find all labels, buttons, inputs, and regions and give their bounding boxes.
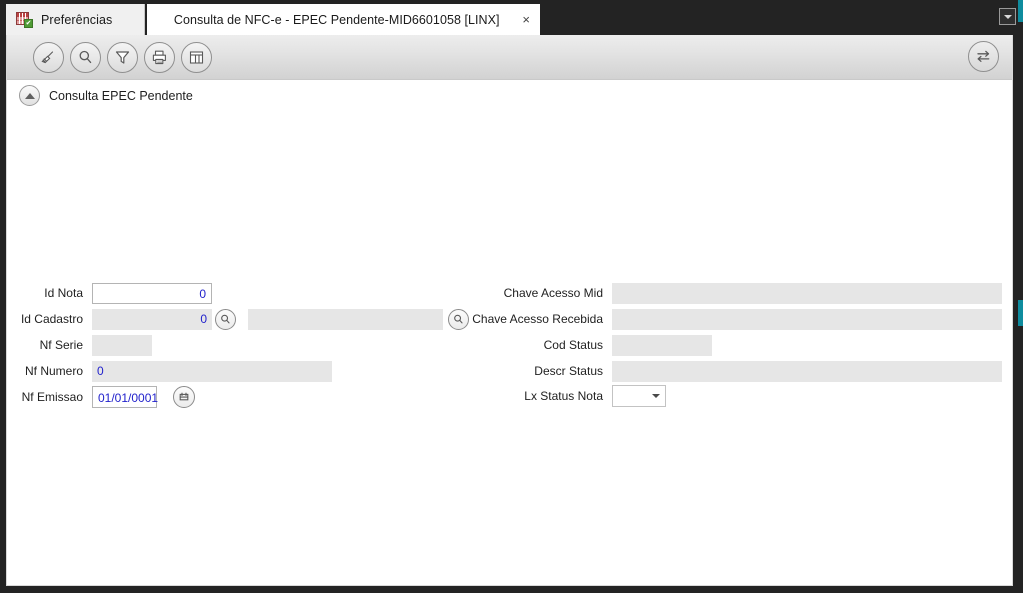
- label-lx-status-nota: Lx Status Nota: [524, 389, 603, 403]
- input-cod-status[interactable]: [612, 334, 712, 356]
- accent-stripe-top: [1018, 0, 1023, 22]
- field-row-cod-status: Cod Status: [462, 334, 712, 356]
- input-id-cadastro[interactable]: 0: [92, 308, 212, 330]
- field-row-descr-status: Descr Status: [462, 360, 1002, 382]
- nf-emissao-date-picker-button[interactable]: [173, 386, 195, 408]
- chevron-down-icon: [1003, 14, 1012, 19]
- input-nf-serie[interactable]: [92, 334, 152, 356]
- label-id-nota: Id Nota: [44, 286, 83, 300]
- tab-preferencias-label: Preferências: [41, 12, 113, 27]
- label-id-cadastro: Id Cadastro: [20, 312, 83, 326]
- label-nf-numero: Nf Numero: [24, 364, 83, 378]
- field-row-nf-emissao: Nf Emissao 01/01/0001: [7, 386, 195, 408]
- label-cod-status: Cod Status: [543, 338, 603, 352]
- magnifier-icon: [221, 314, 230, 323]
- filter-form: Id Nota 0 Id Cadastro 0 Nf Serie Nf Nume…: [7, 35, 1012, 585]
- tab-overflow-menu-button[interactable]: [999, 8, 1016, 25]
- select-lx-status-nota[interactable]: [612, 385, 666, 407]
- input-descr-status[interactable]: [612, 360, 1002, 382]
- tab-strip: ✔ Preferências Consulta de NFC-e - EPEC …: [0, 0, 1023, 35]
- chevron-down-icon: [652, 394, 660, 398]
- label-nf-emissao: Nf Emissao: [21, 390, 83, 404]
- field-row-id-cadastro: Id Cadastro 0: [7, 308, 469, 330]
- field-row-nf-numero: Nf Numero 0: [7, 360, 332, 382]
- input-nf-numero[interactable]: 0: [92, 360, 332, 382]
- label-nf-serie: Nf Serie: [39, 338, 83, 352]
- field-row-nf-serie: Nf Serie: [7, 334, 152, 356]
- spreadsheet-check-icon: ✔: [16, 12, 33, 28]
- input-chave-acesso-recebida[interactable]: [612, 308, 1002, 330]
- tab-consulta-nfce-label: Consulta de NFC-e - EPEC Pendente-MID660…: [173, 12, 500, 27]
- close-icon[interactable]: ×: [522, 13, 530, 26]
- label-chave-acesso-recebida: Chave Acesso Recebida: [472, 312, 603, 326]
- tab-preferencias[interactable]: ✔ Preferências: [6, 4, 145, 35]
- input-chave-acesso-mid[interactable]: [612, 282, 1002, 304]
- client-area: Consulta EPEC Pendente Id Nota 0 Id Cada…: [6, 35, 1013, 586]
- calendar-icon: [179, 392, 189, 401]
- label-descr-status: Descr Status: [534, 364, 603, 378]
- field-row-lx-status-nota: Lx Status Nota: [462, 385, 666, 407]
- id-cadastro-lookup-button[interactable]: [215, 308, 236, 330]
- field-row-chave-acesso-recebida: Chave Acesso Recebida: [462, 308, 1002, 330]
- accent-stripe-middle: [1018, 300, 1023, 326]
- label-chave-acesso-mid: Chave Acesso Mid: [503, 286, 603, 300]
- tab-consulta-nfce[interactable]: Consulta de NFC-e - EPEC Pendente-MID660…: [147, 4, 540, 35]
- field-row-id-nota: Id Nota 0: [7, 282, 212, 304]
- input-nf-emissao[interactable]: 01/01/0001: [92, 386, 158, 408]
- input-cadastro-nome[interactable]: [248, 308, 443, 330]
- application-window: ✔ Preferências Consulta de NFC-e - EPEC …: [0, 0, 1023, 593]
- input-id-nota[interactable]: 0: [92, 282, 212, 304]
- field-row-chave-acesso-mid: Chave Acesso Mid: [462, 282, 1002, 304]
